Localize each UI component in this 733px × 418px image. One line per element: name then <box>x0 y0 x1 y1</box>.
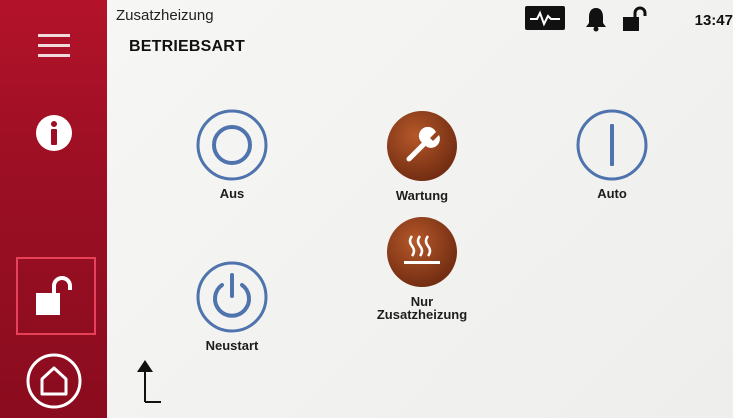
power-icon <box>196 261 268 333</box>
clock: 13:47 <box>694 12 733 29</box>
home-icon <box>26 353 81 409</box>
sidebar <box>0 0 107 418</box>
bell-icon <box>586 8 606 32</box>
mode-nur-label-line2: Zusatzheizung <box>376 307 468 322</box>
hamburger-menu-icon <box>37 34 70 57</box>
mode-auto-label: Auto <box>597 186 627 201</box>
sidebar-item-home[interactable] <box>0 346 107 416</box>
on-line-icon <box>576 109 648 181</box>
mode-neustart-label: Neustart <box>205 338 259 353</box>
page-title: Zusatzheizung <box>116 7 214 24</box>
page-subtitle: BETRIEBSART <box>129 38 245 55</box>
info-icon <box>35 115 72 151</box>
heater-icon <box>387 217 457 287</box>
mode-wartung-label: Wartung <box>395 188 449 203</box>
sidebar-item-lock[interactable] <box>0 257 107 337</box>
unlock-icon <box>35 276 72 315</box>
mode-nur-zusatzheizung-button[interactable]: Nur Zusatzheizung <box>347 214 497 321</box>
mode-aus-label: Aus <box>219 186 245 201</box>
off-circle-icon <box>196 109 268 181</box>
sidebar-item-menu[interactable] <box>0 22 107 70</box>
mode-aus-button[interactable]: Aus <box>187 108 277 200</box>
screen: Zusatzheizung BETRIEBSART 13:47 Aus Wart… <box>0 0 733 418</box>
unlock-icon <box>623 6 647 31</box>
sidebar-item-info[interactable] <box>0 105 107 161</box>
back-arrow-icon[interactable] <box>135 358 165 406</box>
mode-auto-button[interactable]: Auto <box>567 108 657 200</box>
mode-wartung-button[interactable]: Wartung <box>367 108 477 202</box>
mode-neustart-button[interactable]: Neustart <box>187 260 277 352</box>
wrench-icon <box>387 111 457 181</box>
pulse-icon <box>525 6 565 30</box>
main-panel: Zusatzheizung BETRIEBSART 13:47 Aus Wart… <box>107 0 733 418</box>
